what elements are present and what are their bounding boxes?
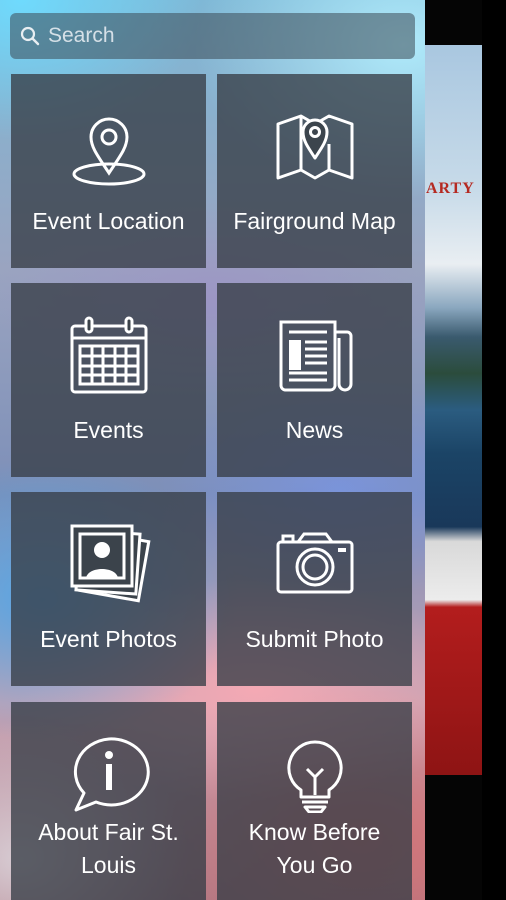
- menu-tile-label: News: [285, 417, 344, 443]
- menu-tile-submit-photo[interactable]: Submit Photo: [217, 492, 412, 686]
- menu-tile-about-fair-st-louis[interactable]: About Fair St. Louis: [11, 702, 206, 900]
- folded-map-icon: [217, 104, 412, 188]
- side-menu-drawer: Event Location Fairground Map: [0, 0, 425, 900]
- menu-tile-label: Event Photos: [40, 626, 177, 652]
- info-speech-bubble-icon: [11, 735, 206, 813]
- map-pin-icon: [11, 109, 206, 189]
- screen-edge: [482, 0, 506, 900]
- menu-tile-label: Fairground Map: [233, 208, 396, 234]
- search-input[interactable]: [48, 24, 415, 48]
- menu-tile-know-before-you-go[interactable]: Know Before You Go: [217, 702, 412, 900]
- menu-tile-label: Know Before You Go: [248, 819, 381, 878]
- search-bar[interactable]: [10, 13, 415, 59]
- menu-tile-label: Events: [73, 417, 144, 443]
- menu-tile-fairground-map[interactable]: Fairground Map: [217, 74, 412, 268]
- background-banner-text: ARTY: [426, 180, 475, 197]
- newspaper-icon: [217, 318, 412, 394]
- search-icon: [20, 25, 42, 47]
- camera-icon: [217, 530, 412, 596]
- menu-tile-label: About Fair St. Louis: [38, 819, 179, 878]
- menu-tile-event-location[interactable]: Event Location: [11, 74, 206, 268]
- menu-tile-event-photos[interactable]: Event Photos: [11, 492, 206, 686]
- calendar-icon: [11, 316, 206, 396]
- menu-tile-events[interactable]: Events: [11, 283, 206, 477]
- menu-tile-label: Submit Photo: [245, 626, 384, 652]
- lightbulb-icon: [217, 739, 412, 813]
- menu-tile-label: Event Location: [32, 208, 185, 234]
- menu-tile-news[interactable]: News: [217, 283, 412, 477]
- photo-stack-icon: [11, 522, 206, 606]
